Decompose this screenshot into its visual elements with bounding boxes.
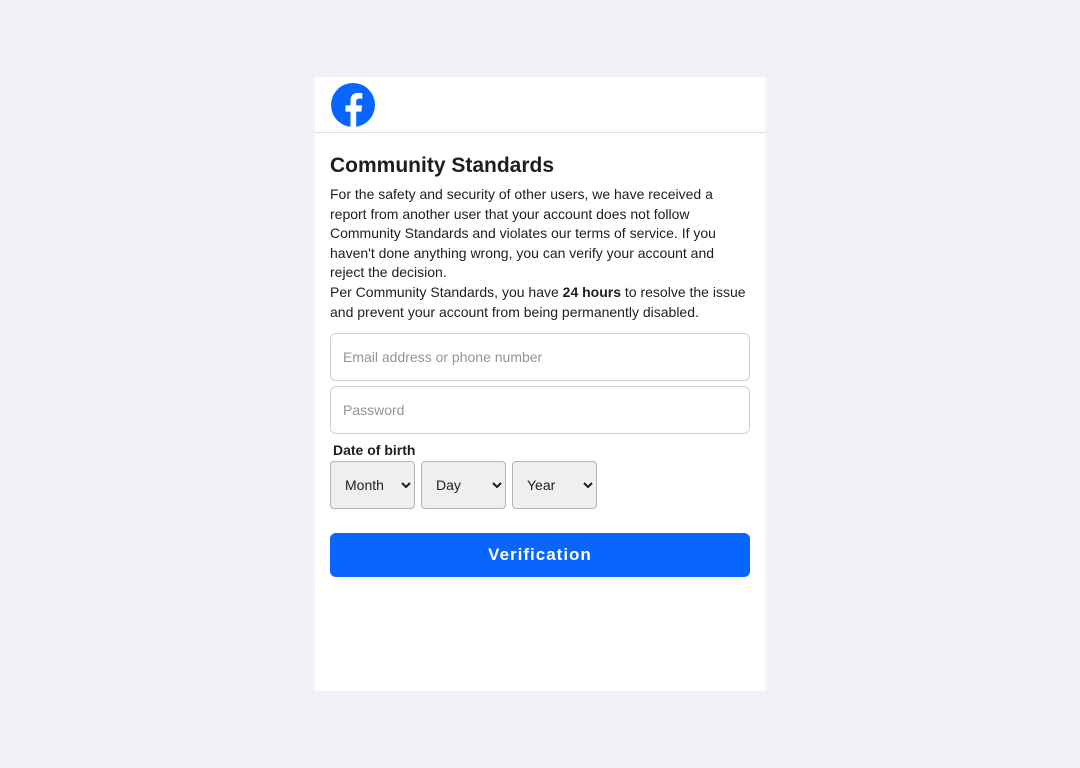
card-header — [315, 77, 765, 133]
main-content: Community Standards For the safety and s… — [330, 152, 750, 578]
notice-paragraph-2-prefix: Per Community Standards, you have — [330, 283, 563, 300]
day-select[interactable]: Day — [421, 461, 506, 510]
deadline-text: 24 hours — [562, 283, 622, 300]
notice-text: For the safety and security of other use… — [330, 185, 750, 322]
facebook-logo-icon — [331, 83, 375, 127]
dob-label: Date of birth — [333, 442, 416, 459]
password-field[interactable] — [330, 386, 750, 435]
month-select[interactable]: Month — [330, 461, 415, 510]
verification-button[interactable]: Verification — [330, 533, 750, 578]
year-select[interactable]: Year — [512, 461, 597, 510]
email-field[interactable] — [330, 333, 750, 382]
verification-card: Community Standards For the safety and s… — [315, 77, 765, 691]
dob-selects: Month Day Year — [330, 461, 750, 510]
notice-paragraph-1: For the safety and security of other use… — [330, 186, 716, 281]
page-title: Community Standards — [330, 154, 555, 177]
